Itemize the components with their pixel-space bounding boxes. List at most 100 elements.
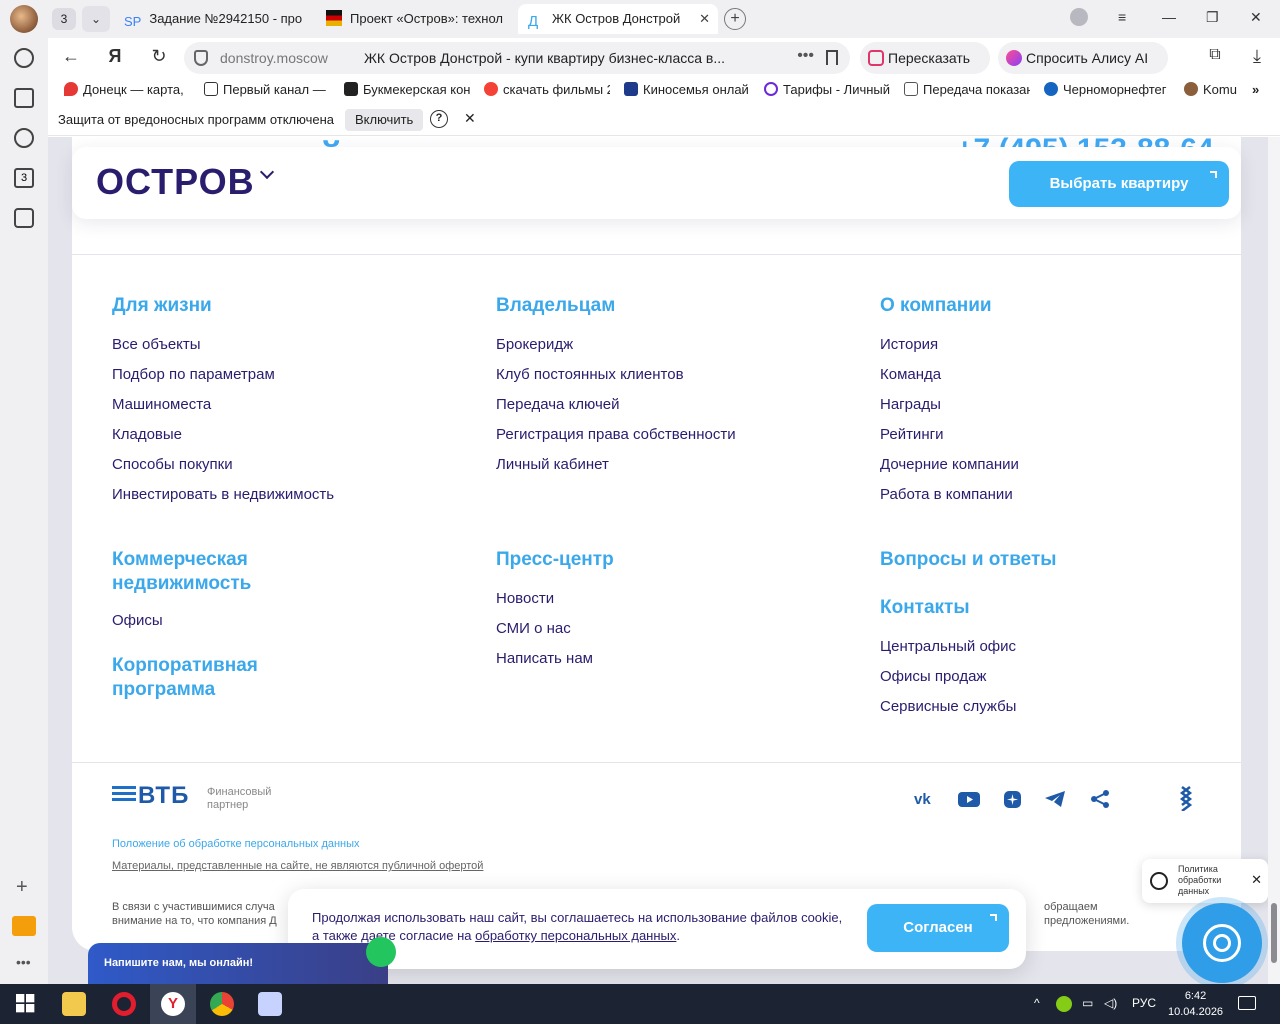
footer-link[interactable]: Центральный офис xyxy=(880,632,1250,662)
infobar-close-icon[interactable]: ✕ xyxy=(464,110,476,127)
chrome-icon[interactable] xyxy=(210,992,234,1016)
scrollbar-thumb[interactable] xyxy=(1271,903,1277,963)
privacy-policy-link[interactable]: Положение об обработке персональных данн… xyxy=(112,838,360,850)
bookmark-item[interactable]: Киносемья онлай xyxy=(624,82,750,97)
footer-link[interactable]: Офисы xyxy=(112,606,482,636)
footer-link[interactable]: Написать нам xyxy=(496,644,866,674)
footer-link[interactable]: Команда xyxy=(880,360,1250,390)
section-title-press[interactable]: Пресс-центр xyxy=(496,548,866,572)
share-icon[interactable] xyxy=(1088,789,1112,809)
back-arrow-icon[interactable]: ← xyxy=(58,46,84,67)
footer-link[interactable]: Подбор по параметрам xyxy=(112,360,482,390)
new-tab-plus-icon[interactable]: + xyxy=(724,8,746,30)
add-panel-icon[interactable]: + xyxy=(16,876,28,899)
menu-hamburger-icon[interactable]: ≡ xyxy=(1118,9,1126,25)
offer-disclaimer-link[interactable]: Материалы, представленные на сайте, не я… xyxy=(112,860,483,872)
window-close-icon[interactable]: ✕ xyxy=(1250,9,1262,26)
mail-icon[interactable] xyxy=(12,916,36,936)
opera-icon[interactable] xyxy=(112,992,136,1016)
bookmark-item[interactable]: Передача показан xyxy=(904,82,1030,97)
footer-link[interactable]: Кладовые xyxy=(112,420,482,450)
vk-icon[interactable]: vk xyxy=(914,789,938,809)
project-chevron-down-icon[interactable] xyxy=(259,164,275,180)
bookmark-item[interactable]: скачать фильмы 2 xyxy=(484,82,610,97)
bookmark-item[interactable]: Первый канал — с xyxy=(204,82,326,97)
more-panel-icon[interactable]: ••• xyxy=(16,954,31,970)
footer-link[interactable]: История xyxy=(880,330,1250,360)
tab-task[interactable]: SP Задание №2942150 - про xyxy=(124,4,320,34)
personal-data-link[interactable]: обработку персональных данных xyxy=(475,928,676,943)
tab-active-ostrov[interactable]: Д ЖК Остров Донстрой ✕ xyxy=(518,4,718,34)
chat-widget-button[interactable] xyxy=(1182,903,1262,983)
section-title-faq[interactable]: Вопросы и ответы xyxy=(880,548,1250,572)
bookmark-item[interactable]: Букмекерская кон xyxy=(344,82,470,97)
footer-link[interactable]: Все объекты xyxy=(112,330,482,360)
section-title-company[interactable]: О компании xyxy=(880,294,1250,318)
footer-link[interactable]: Брокеридж xyxy=(496,330,866,360)
donstroy-icon[interactable] xyxy=(1174,785,1198,812)
footer-link[interactable]: Сервисные службы xyxy=(880,692,1250,722)
bookmark-icon[interactable] xyxy=(826,50,838,65)
history-clock-icon[interactable] xyxy=(14,48,34,68)
download-icon[interactable]: ⤓ xyxy=(1244,46,1270,67)
help-icon[interactable]: ? xyxy=(430,110,448,128)
footer-link[interactable]: Передача ключей xyxy=(496,390,866,420)
youtube-icon[interactable] xyxy=(957,789,981,809)
notifications-icon[interactable] xyxy=(1238,996,1256,1010)
tab-project[interactable]: Проект «Остров»: технол xyxy=(326,4,510,34)
profile-avatar[interactable] xyxy=(10,5,38,33)
choose-apartment-button[interactable]: Выбрать квартиру xyxy=(1009,161,1229,207)
section-title-commercial[interactable]: Коммерческая недвижимость xyxy=(112,548,312,596)
more-dots-icon[interactable]: ••• xyxy=(797,47,814,65)
account-icon[interactable] xyxy=(1070,8,1088,26)
footer-link[interactable]: Машиноместа xyxy=(112,390,482,420)
three-badge-icon[interactable]: 3 xyxy=(14,168,34,188)
policy-close-icon[interactable]: ✕ xyxy=(1251,872,1262,888)
footer-link[interactable]: Офисы продаж xyxy=(880,662,1250,692)
bookmark-item[interactable]: Черноморнефтег xyxy=(1044,82,1170,97)
yandex-browser-active-slot[interactable]: Y xyxy=(150,984,196,1024)
restore-icon[interactable]: ❐ xyxy=(1206,9,1219,26)
bookmark-item[interactable]: Komu xyxy=(1184,82,1248,97)
bookmark-item[interactable]: Донецк — карта, с xyxy=(64,82,186,97)
tray-app-icon[interactable] xyxy=(1056,996,1072,1012)
volume-icon[interactable]: ◁) xyxy=(1104,996,1117,1010)
footer-link[interactable]: Награды xyxy=(880,390,1250,420)
section-title-living[interactable]: Для жизни xyxy=(112,294,482,318)
telegram-icon[interactable] xyxy=(1043,789,1067,809)
footer-link[interactable]: Клуб постоянных клиентов xyxy=(496,360,866,390)
network-icon[interactable]: ▭ xyxy=(1082,996,1093,1010)
footer-link[interactable]: Работа в компании xyxy=(880,480,1250,510)
footer-link[interactable]: Рейтинги xyxy=(880,420,1250,450)
online-chat-prompt[interactable]: Напишите нам, мы онлайн! xyxy=(88,937,396,984)
dzen-icon[interactable] xyxy=(1001,789,1025,809)
more-bookmarks-icon[interactable]: » xyxy=(1252,82,1259,97)
url-field[interactable]: donstroy.moscow ЖК Остров Донстрой - куп… xyxy=(184,42,850,74)
windows-start-icon[interactable] xyxy=(14,992,38,1016)
security-shield-icon[interactable] xyxy=(194,50,208,66)
camera-icon[interactable] xyxy=(14,208,34,228)
section-title-contacts[interactable]: Контакты xyxy=(880,596,1250,620)
tray-chevron-up-icon[interactable]: ^ xyxy=(1034,996,1040,1010)
data-policy-popup[interactable]: Политика обработки данных ✕ xyxy=(1142,859,1268,903)
footer-link[interactable]: Способы покупки xyxy=(112,450,482,480)
minimize-icon[interactable]: — xyxy=(1162,9,1176,25)
play-icon[interactable] xyxy=(14,128,34,148)
enable-protection-button[interactable]: Включить xyxy=(345,109,424,131)
section-title-corporate[interactable]: Корпоративная программа xyxy=(112,654,312,702)
footer-link[interactable]: Личный кабинет xyxy=(496,450,866,480)
system-clock[interactable]: 6:42 10.04.2026 xyxy=(1168,988,1223,1020)
collections-side-icon[interactable] xyxy=(14,88,34,108)
language-indicator[interactable]: РУС xyxy=(1132,996,1156,1010)
collections-icon[interactable]: ⧉ xyxy=(1202,46,1228,64)
footer-link[interactable]: Новости xyxy=(496,584,866,614)
footer-link[interactable]: Инвестировать в недвижимость xyxy=(112,480,482,510)
app-window-icon[interactable] xyxy=(258,992,282,1016)
ask-alice-button[interactable]: Спросить Алису AI xyxy=(998,42,1168,74)
tab-count-badge[interactable]: 3 xyxy=(52,8,76,30)
footer-link[interactable]: Регистрация права собственности xyxy=(496,420,866,450)
footer-link[interactable]: Дочерние компании xyxy=(880,450,1250,480)
yandex-y-icon[interactable]: Я xyxy=(102,46,128,67)
footer-link[interactable]: СМИ о нас xyxy=(496,614,866,644)
tab-list-chevron-icon[interactable]: ⌄ xyxy=(82,6,110,32)
